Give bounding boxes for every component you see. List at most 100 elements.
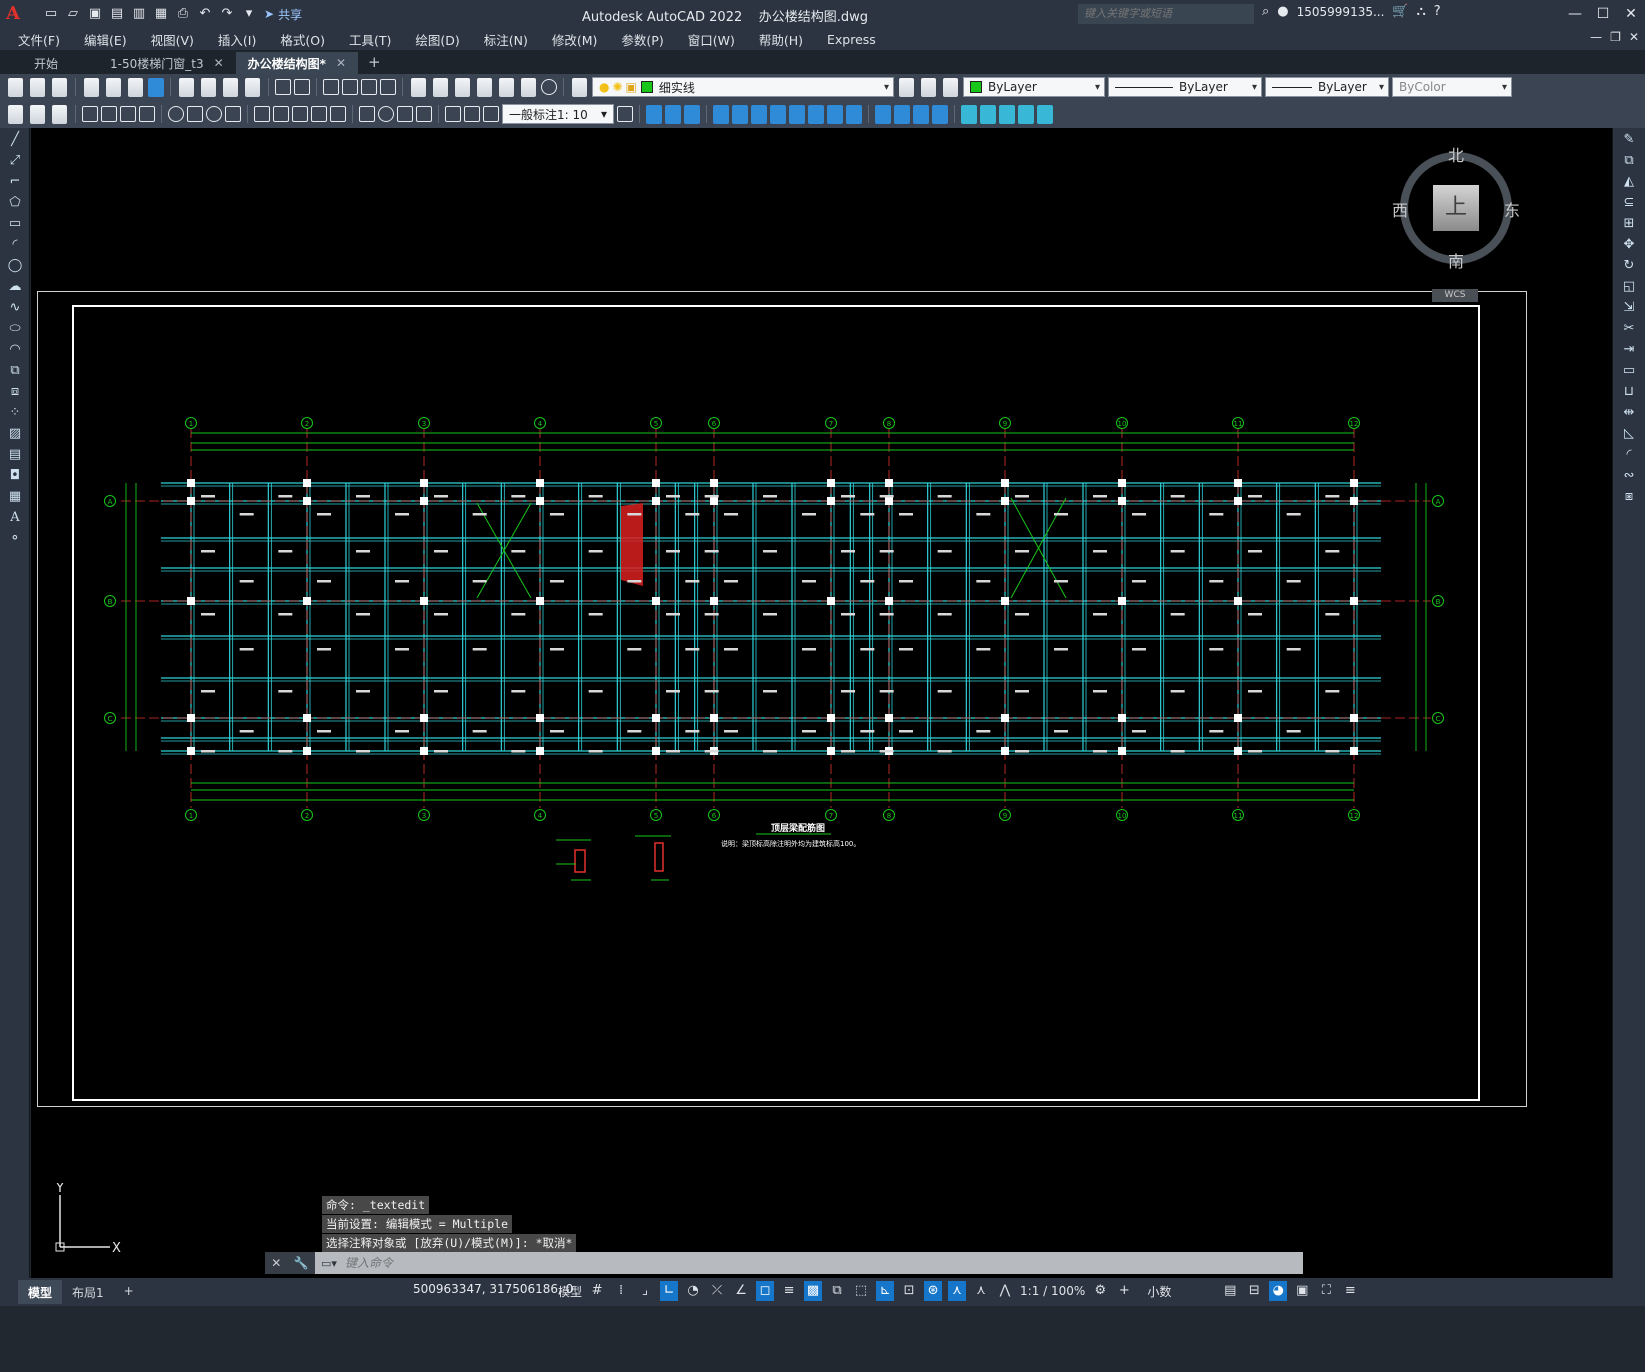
point-tool-icon[interactable]: ⁘ <box>6 404 24 422</box>
user-icon[interactable]: ● <box>1277 4 1288 19</box>
add-selected-icon[interactable]: ⚬ <box>6 530 24 548</box>
polygon-tool-icon[interactable]: ⬠ <box>6 194 24 212</box>
move-icon[interactable] <box>732 104 748 124</box>
join-tool-icon[interactable]: ⇹ <box>1620 404 1638 422</box>
3d-dwf-icon[interactable] <box>148 77 164 97</box>
trim-icon[interactable] <box>808 104 824 124</box>
break-icon[interactable] <box>846 104 862 124</box>
rectangle-tool-icon[interactable]: ▭ <box>6 215 24 233</box>
3d-osnap-icon[interactable]: ⬚ <box>852 1281 870 1301</box>
dim-update-icon[interactable] <box>483 106 499 122</box>
tool-palettes-icon[interactable] <box>455 77 470 97</box>
menu-view[interactable]: 视图(V) <box>151 30 194 49</box>
ordinate-dim-icon[interactable] <box>139 106 155 122</box>
offset-icon[interactable] <box>684 104 700 124</box>
zoom-window-icon[interactable] <box>361 79 377 95</box>
stretch-icon[interactable] <box>789 104 805 124</box>
undo-icon[interactable]: ↶ <box>196 5 214 23</box>
trim-tool-icon[interactable]: ✂ <box>1620 320 1638 338</box>
menu-modify[interactable]: 修改(M) <box>552 30 598 49</box>
dim-style-manager-icon[interactable] <box>617 106 633 122</box>
text-style-icon[interactable] <box>30 104 45 124</box>
extend-tool-icon[interactable]: ⇥ <box>1620 341 1638 359</box>
baseline-dim-icon[interactable] <box>273 106 289 122</box>
object-snap-icon[interactable]: ◻ <box>756 1281 775 1301</box>
infer-constraints-icon[interactable]: ⌟ <box>636 1281 654 1301</box>
customize-qat-icon[interactable]: ▾ <box>240 5 258 23</box>
join-icon[interactable] <box>875 104 891 124</box>
command-prompt-icon[interactable]: ▭▾ <box>321 1257 337 1270</box>
dim-style-dropdown[interactable]: 一般标注1: 10 ▾ <box>502 104 614 124</box>
gradient-tool-icon[interactable]: ▤ <box>6 446 24 464</box>
menu-edit[interactable]: 编辑(E) <box>84 30 127 49</box>
export-icon[interactable]: ▥ <box>130 5 148 23</box>
isodraft-icon[interactable]: ⤫ <box>708 1281 726 1301</box>
new-tab-icon[interactable]: + <box>358 50 391 74</box>
menu-window[interactable]: 窗口(W) <box>688 30 735 49</box>
copy-icon[interactable] <box>201 77 216 97</box>
match-properties-icon[interactable] <box>245 77 260 97</box>
close-tab-icon[interactable]: ✕ <box>214 56 224 70</box>
menu-draw[interactable]: 绘图(D) <box>415 30 459 49</box>
rotate-icon[interactable] <box>751 104 767 124</box>
fillet-tool-icon[interactable]: ◜ <box>1620 446 1638 464</box>
line-tool-icon[interactable]: ╱ <box>6 131 24 149</box>
zoom-previous-icon[interactable] <box>380 79 396 95</box>
table-tool-icon[interactable]: ▦ <box>6 488 24 506</box>
chamfer-icon[interactable] <box>894 104 910 124</box>
dynamic-ucs-icon[interactable]: ⊾ <box>876 1281 895 1301</box>
clip-icon[interactable] <box>1018 104 1034 124</box>
offset-tool-icon[interactable]: ⊆ <box>1620 194 1638 212</box>
annotation-scale-value[interactable]: 1:1 / 100% <box>1020 1284 1085 1298</box>
tab-office-structure[interactable]: 办公楼结构图* ✕ <box>235 52 358 74</box>
zoom-realtime-icon[interactable] <box>342 79 358 95</box>
selection-filter-icon[interactable]: ⊡ <box>900 1281 918 1301</box>
customization-menu-icon[interactable]: ≡ <box>1341 1281 1359 1301</box>
diameter-dim-icon[interactable] <box>206 106 222 122</box>
annotation-visibility-icon[interactable]: ⋏ <box>948 1281 967 1301</box>
maximize-icon[interactable]: ☐ <box>1589 0 1617 28</box>
tab-stair-doors[interactable]: 1-50楼梯门窗_t3 ✕ <box>98 52 236 74</box>
mirror-icon[interactable] <box>665 104 681 124</box>
lock-ui-icon[interactable]: ⊟ <box>1245 1281 1263 1301</box>
calculator-icon[interactable] <box>521 77 536 97</box>
units-dropdown[interactable]: 小数 <box>1147 1283 1215 1300</box>
blend-tool-icon[interactable]: ∾ <box>1620 467 1638 485</box>
new-icon[interactable] <box>8 77 23 97</box>
ortho-mode-icon[interactable]: ∟ <box>660 1281 679 1301</box>
doc-close-icon[interactable]: ✕ <box>1629 30 1639 44</box>
doc-restore-icon[interactable]: ❐ <box>1610 30 1621 44</box>
isolate-objects-icon[interactable]: ◕ <box>1269 1281 1288 1301</box>
clean-screen-icon[interactable]: ⛶ <box>1317 1281 1335 1301</box>
dim-edit-icon[interactable] <box>445 106 461 122</box>
layer-dropdown[interactable]: ● ✺ ▣ 细实线 <box>592 77 894 97</box>
save-icon[interactable] <box>52 77 67 97</box>
array-tool-icon[interactable]: ⊞ <box>1620 215 1638 233</box>
break-point-tool-icon[interactable]: ▭ <box>1620 362 1638 380</box>
make-current-layer-icon[interactable] <box>899 77 914 97</box>
linetype-dropdown[interactable]: ByLayer <box>1108 77 1262 97</box>
properties-icon[interactable] <box>411 77 426 97</box>
web-open-icon[interactable]: ▦ <box>152 5 170 23</box>
paste-icon[interactable] <box>223 77 238 97</box>
close-icon[interactable]: ✕ <box>1617 0 1645 28</box>
graphics-performance-icon[interactable]: ▣ <box>1293 1281 1311 1301</box>
move-tool-icon[interactable]: ✥ <box>1620 236 1638 254</box>
dim-space-icon[interactable] <box>311 106 327 122</box>
region-tool-icon[interactable]: ◘ <box>6 467 24 485</box>
rotate-tool-icon[interactable]: ↻ <box>1620 257 1638 275</box>
plotstyle-dropdown[interactable]: ByColor <box>1392 77 1512 97</box>
gizmo-icon[interactable]: ⊛ <box>924 1281 943 1301</box>
coordinate-readout[interactable]: 500963347, 317506186, 0 <box>413 1282 573 1296</box>
aligned-dim-icon[interactable] <box>101 106 117 122</box>
minimize-icon[interactable]: — <box>1561 0 1589 28</box>
scale-icon[interactable] <box>770 104 786 124</box>
auto-scale-icon[interactable]: ⋏ <box>972 1281 990 1301</box>
tolerance-icon[interactable] <box>359 106 375 122</box>
help-icon[interactable] <box>541 79 557 95</box>
lineweight-dropdown[interactable]: ByLayer <box>1265 77 1389 97</box>
polyline-tool-icon[interactable]: ⌐ <box>6 173 24 191</box>
share-button[interactable]: ➤ 共享 <box>264 6 302 23</box>
copy-object-icon[interactable] <box>646 104 662 124</box>
close-command-line-icon[interactable]: ✕ <box>271 1256 281 1270</box>
